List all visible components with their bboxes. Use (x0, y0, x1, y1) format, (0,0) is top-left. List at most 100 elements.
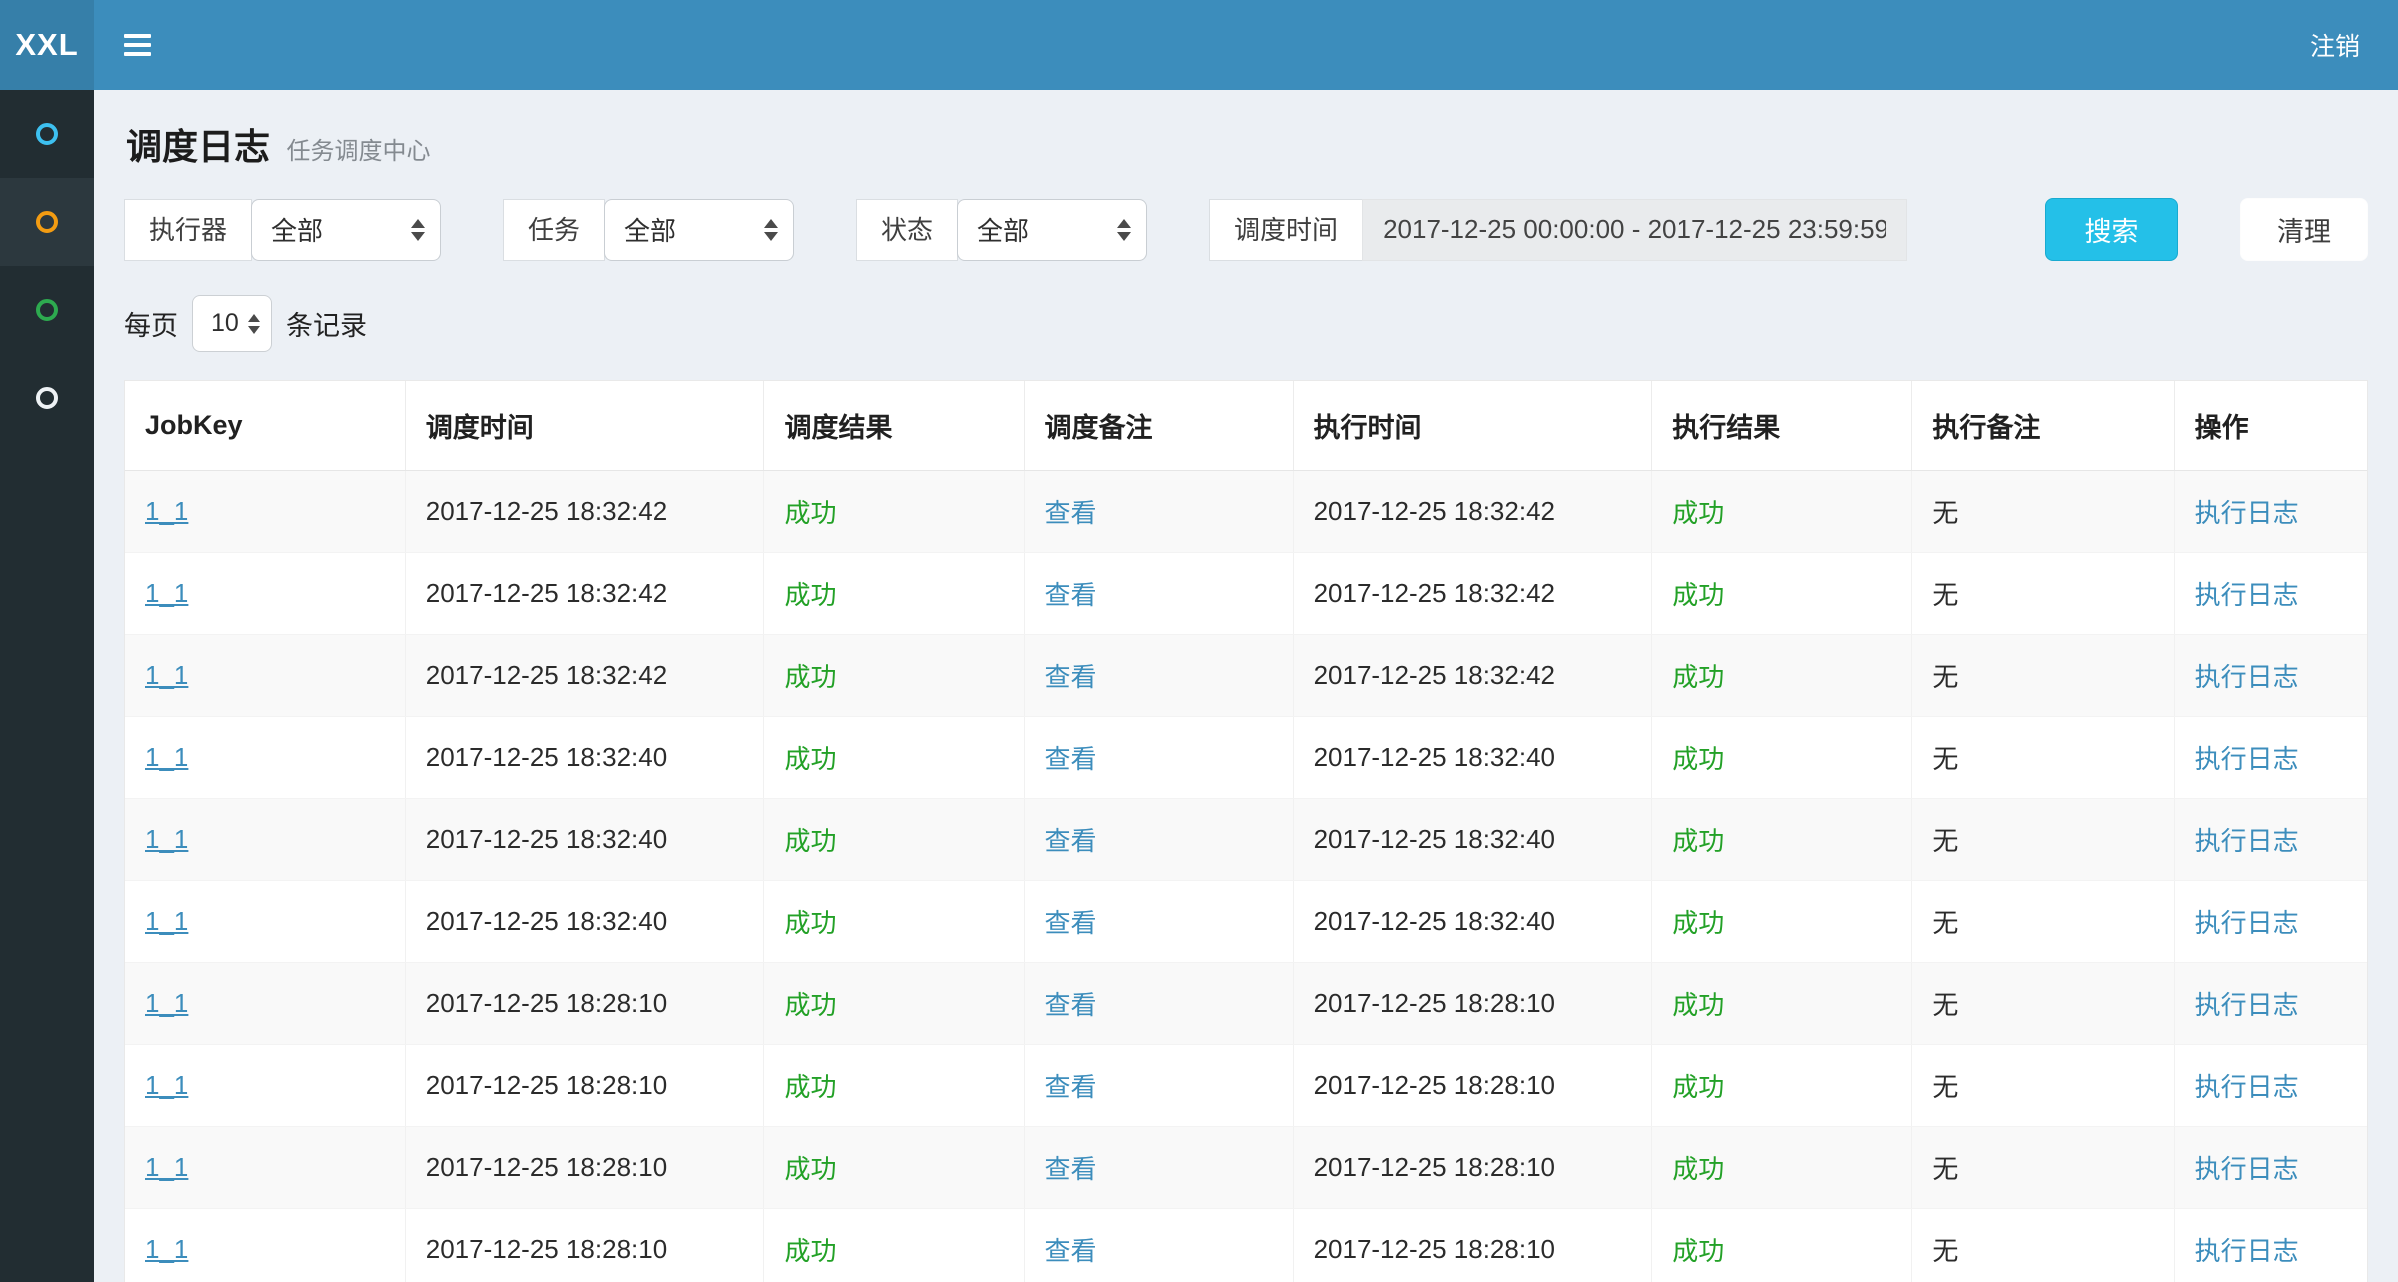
exec-log-link-cell: 执行日志 (2174, 471, 2367, 553)
circle-o-icon (36, 211, 58, 233)
table-row: 1_12017-12-25 18:32:40成功查看2017-12-25 18:… (125, 799, 2367, 881)
sidebar-item-2[interactable] (0, 178, 94, 266)
handle-result-text: 成功 (1672, 580, 1724, 610)
exec-log-link-cell: 执行日志 (2174, 1209, 2367, 1282)
trigger-msg-link[interactable]: 查看 (1045, 580, 1097, 610)
exec-log-link[interactable]: 执行日志 (2195, 908, 2299, 938)
jobkey-link[interactable]: 1_1 (145, 1070, 188, 1100)
exec-log-link[interactable]: 执行日志 (2195, 1154, 2299, 1184)
handle-msg-cell: 无 (1932, 744, 1958, 774)
exec-log-link[interactable]: 执行日志 (2195, 498, 2299, 528)
status-select[interactable]: 全部 (957, 199, 1147, 261)
handle-result-text: 成功 (1672, 1154, 1724, 1184)
column-header-3: 调度结果 (764, 381, 1024, 471)
trigger-msg-link[interactable]: 查看 (1045, 1072, 1097, 1102)
jobkey-link[interactable]: 1_1 (145, 496, 188, 526)
handle-msg-cell-cell: 无 (1912, 881, 2174, 963)
jobkey-link[interactable]: 1_1 (145, 1152, 188, 1182)
time-range-input[interactable] (1362, 199, 1907, 261)
jobkey-link[interactable]: 1_1 (145, 988, 188, 1018)
logout-link[interactable]: 注销 (2310, 27, 2360, 63)
exec-log-link[interactable]: 执行日志 (2195, 1072, 2299, 1102)
exec-log-link[interactable]: 执行日志 (2195, 990, 2299, 1020)
handle-msg-cell-cell: 无 (1912, 963, 2174, 1045)
handle-result-text-cell: 成功 (1652, 553, 1912, 635)
sidebar-item-4[interactable] (0, 354, 94, 442)
exec-log-link[interactable]: 执行日志 (2195, 826, 2299, 856)
trigger-time-cell: 2017-12-25 18:32:42 (426, 496, 667, 526)
trigger-msg-link[interactable]: 查看 (1045, 826, 1097, 856)
handle-time-cell-cell: 2017-12-25 18:32:42 (1293, 471, 1652, 553)
handle-result-text-cell: 成功 (1652, 717, 1912, 799)
handle-time-cell: 2017-12-25 18:28:10 (1314, 1234, 1555, 1264)
exec-log-link[interactable]: 执行日志 (2195, 580, 2299, 610)
executor-filter-label: 执行器 (124, 199, 252, 261)
exec-log-link[interactable]: 执行日志 (2195, 662, 2299, 692)
trigger-msg-link[interactable]: 查看 (1045, 908, 1097, 938)
jobkey-link-cell: 1_1 (125, 1209, 405, 1282)
per-page-value: 10 (211, 309, 239, 338)
trigger-msg-link[interactable]: 查看 (1045, 1154, 1097, 1184)
app-logo[interactable]: XXL (0, 0, 94, 90)
trigger-result-text-cell: 成功 (764, 1127, 1024, 1209)
trigger-msg-link[interactable]: 查看 (1045, 1236, 1097, 1266)
handle-time-cell: 2017-12-25 18:28:10 (1314, 1152, 1555, 1182)
exec-log-link[interactable]: 执行日志 (2195, 1236, 2299, 1266)
executor-select[interactable]: 全部 (251, 199, 441, 261)
handle-time-cell: 2017-12-25 18:32:40 (1314, 824, 1555, 854)
trigger-msg-link[interactable]: 查看 (1045, 662, 1097, 692)
handle-msg-cell-cell: 无 (1912, 1045, 2174, 1127)
trigger-result-text: 成功 (784, 498, 836, 528)
trigger-result-text-cell: 成功 (764, 963, 1024, 1045)
jobkey-link-cell: 1_1 (125, 717, 405, 799)
jobkey-link[interactable]: 1_1 (145, 1234, 188, 1264)
search-button[interactable]: 搜索 (2045, 198, 2178, 261)
jobkey-link[interactable]: 1_1 (145, 578, 188, 608)
trigger-time-cell: 2017-12-25 18:32:40 (426, 906, 667, 936)
exec-log-link-cell: 执行日志 (2174, 799, 2367, 881)
job-select-value: 全部 (624, 211, 676, 248)
jobkey-link-cell: 1_1 (125, 963, 405, 1045)
trigger-msg-link-cell: 查看 (1024, 1045, 1293, 1127)
handle-time-cell: 2017-12-25 18:32:42 (1314, 578, 1555, 608)
handle-msg-cell: 无 (1932, 1154, 1958, 1184)
trigger-time-cell-cell: 2017-12-25 18:32:42 (405, 635, 764, 717)
jobkey-link[interactable]: 1_1 (145, 906, 188, 936)
sidebar-item-1[interactable] (0, 90, 94, 178)
exec-log-link[interactable]: 执行日志 (2195, 744, 2299, 774)
exec-log-link-cell: 执行日志 (2174, 1127, 2367, 1209)
trigger-result-text-cell: 成功 (764, 471, 1024, 553)
jobkey-link-cell: 1_1 (125, 471, 405, 553)
status-select-value: 全部 (977, 211, 1029, 248)
clear-button[interactable]: 清理 (2240, 198, 2368, 261)
trigger-msg-link[interactable]: 查看 (1045, 744, 1097, 774)
jobkey-link[interactable]: 1_1 (145, 660, 188, 690)
trigger-msg-link[interactable]: 查看 (1045, 990, 1097, 1020)
trigger-msg-link[interactable]: 查看 (1045, 498, 1097, 528)
sidebar-item-3[interactable] (0, 266, 94, 354)
exec-log-link-cell: 执行日志 (2174, 635, 2367, 717)
handle-result-text-cell: 成功 (1652, 1127, 1912, 1209)
handle-result-text: 成功 (1672, 826, 1724, 856)
handle-time-cell-cell: 2017-12-25 18:32:42 (1293, 553, 1652, 635)
trigger-time-cell-cell: 2017-12-25 18:28:10 (405, 1127, 764, 1209)
jobkey-link[interactable]: 1_1 (145, 742, 188, 772)
trigger-time-cell-cell: 2017-12-25 18:32:40 (405, 881, 764, 963)
jobkey-link-cell: 1_1 (125, 553, 405, 635)
handle-result-text-cell: 成功 (1652, 1209, 1912, 1282)
job-select[interactable]: 全部 (604, 199, 794, 261)
per-page-select[interactable]: 10 (192, 295, 272, 352)
handle-msg-cell-cell: 无 (1912, 799, 2174, 881)
trigger-result-text: 成功 (784, 1236, 836, 1266)
trigger-result-text: 成功 (784, 1072, 836, 1102)
trigger-time-cell-cell: 2017-12-25 18:28:10 (405, 1045, 764, 1127)
handle-msg-cell: 无 (1932, 990, 1958, 1020)
jobkey-link[interactable]: 1_1 (145, 824, 188, 854)
handle-result-text-cell: 成功 (1652, 471, 1912, 553)
exec-log-link-cell: 执行日志 (2174, 963, 2367, 1045)
handle-result-text-cell: 成功 (1652, 1045, 1912, 1127)
table-header-row: JobKey调度时间调度结果调度备注执行时间执行结果执行备注操作 (125, 381, 2367, 471)
filter-toolbar: 执行器 全部 任务 全部 状态 全部 (124, 198, 2368, 261)
jobkey-link-cell: 1_1 (125, 1127, 405, 1209)
sidebar-toggle-button[interactable] (124, 34, 151, 56)
